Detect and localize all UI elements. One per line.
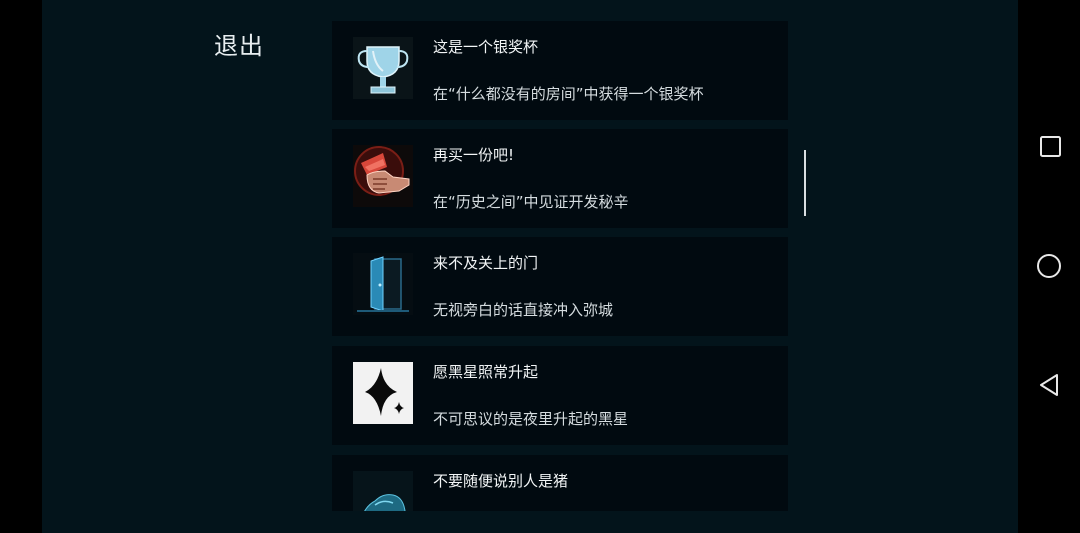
achievement-description: 在“历史之间”中见证开发秘辛 [433,193,629,211]
recent-apps-button[interactable] [1032,129,1068,165]
square-icon [1040,136,1061,157]
achievement-description: 不可思议的是夜里升起的黑星 [433,410,629,428]
home-button[interactable] [1032,248,1068,284]
achievement-card[interactable]: 再买一份吧! 在“历史之间”中见证开发秘辛 [332,129,788,228]
achievement-title: 愿黑星照常升起 [433,363,539,381]
blue-creature-icon [353,471,413,511]
achievement-card[interactable]: 来不及关上的门 无视旁白的话直接冲入弥城 [332,237,788,336]
achievement-card[interactable]: 这是一个银奖杯 在“什么都没有的房间”中获得一个银奖杯 [332,21,788,120]
achievement-card[interactable]: 不要随便说别人是猪 [332,455,788,511]
fist-holding-money-icon [353,145,413,207]
black-star-icon [353,362,413,424]
achievement-title: 不要随便说别人是猪 [433,472,569,490]
silver-trophy-icon [353,37,413,99]
achievements-screen: 退出 这是一个银奖杯 在“什么都没有的房间”中获得一个银奖杯 再买一份吧! 在“… [42,0,1018,533]
achievement-description: 无视旁白的话直接冲入弥城 [433,301,614,319]
left-edge [0,0,42,533]
open-door-icon [353,253,413,315]
achievement-card[interactable]: 愿黑星照常升起 不可思议的是夜里升起的黑星 [332,346,788,445]
achievement-title: 这是一个银奖杯 [433,38,539,56]
achievement-title: 来不及关上的门 [433,254,539,272]
achievement-title: 再买一份吧! [433,146,515,164]
achievement-list[interactable]: 这是一个银奖杯 在“什么都没有的房间”中获得一个银奖杯 再买一份吧! 在“历史之… [332,21,790,511]
scrollbar[interactable] [804,150,806,216]
achievement-description: 在“什么都没有的房间”中获得一个银奖杯 [433,85,704,103]
back-triangle-icon [1040,374,1058,396]
exit-button[interactable]: 退出 [214,26,264,61]
system-nav-bar [1018,0,1080,533]
back-button[interactable] [1032,367,1068,403]
circle-icon [1037,254,1061,278]
